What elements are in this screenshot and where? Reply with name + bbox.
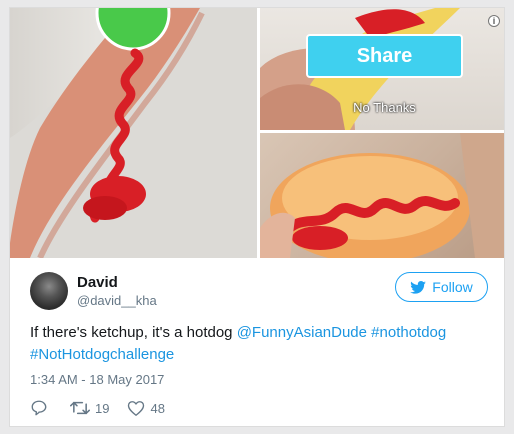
avatar[interactable] (30, 272, 68, 310)
tweet-text-plain: If there's ketchup, it's a hotdog (30, 324, 237, 341)
tweet-actions: 19 48 (30, 399, 165, 417)
no-thanks-link[interactable]: No Thanks (306, 100, 463, 115)
user-handle[interactable]: @david__kha (77, 293, 157, 308)
arm-ketchup-illustration (10, 8, 257, 258)
reply-button[interactable] (30, 399, 48, 417)
retweet-count: 19 (95, 400, 110, 416)
hashtag-nothotdog[interactable]: #nothotdog (371, 324, 446, 341)
heart-icon (128, 400, 145, 416)
mention-link[interactable]: @FunnyAsianDude (237, 324, 367, 341)
photo-arm-ketchup[interactable] (10, 8, 257, 258)
like-button[interactable]: 48 (127, 400, 165, 417)
tweet-card: Share No Thanks i David @david__kha Foll… (9, 7, 505, 427)
media-divider-horizontal (260, 130, 504, 133)
display-name[interactable]: David (77, 274, 118, 291)
retweet-button[interactable]: 19 (70, 399, 109, 417)
follow-label: Follow (432, 279, 473, 295)
info-icon[interactable]: i (488, 15, 500, 27)
media-grid[interactable]: Share No Thanks i (10, 8, 504, 258)
retweet-icon (70, 401, 90, 415)
hashtag-nothotdogchallenge[interactable]: #NotHotdogchallenge (30, 346, 174, 363)
tweet-text: If there's ketchup, it's a hotdog @Funny… (30, 322, 490, 366)
media-divider-vertical (257, 8, 260, 258)
tweet-body: David @david__kha Follow If there's ketc… (10, 258, 504, 426)
share-button[interactable]: Share (306, 34, 463, 78)
follow-button[interactable]: Follow (395, 272, 488, 302)
photo-bun-ketchup[interactable] (260, 133, 504, 258)
reply-icon (31, 400, 47, 416)
twitter-bird-icon (410, 280, 427, 294)
timestamp[interactable]: 1:34 AM - 18 May 2017 (30, 372, 164, 387)
bun-ketchup-illustration (260, 133, 504, 258)
like-count: 48 (150, 400, 165, 416)
